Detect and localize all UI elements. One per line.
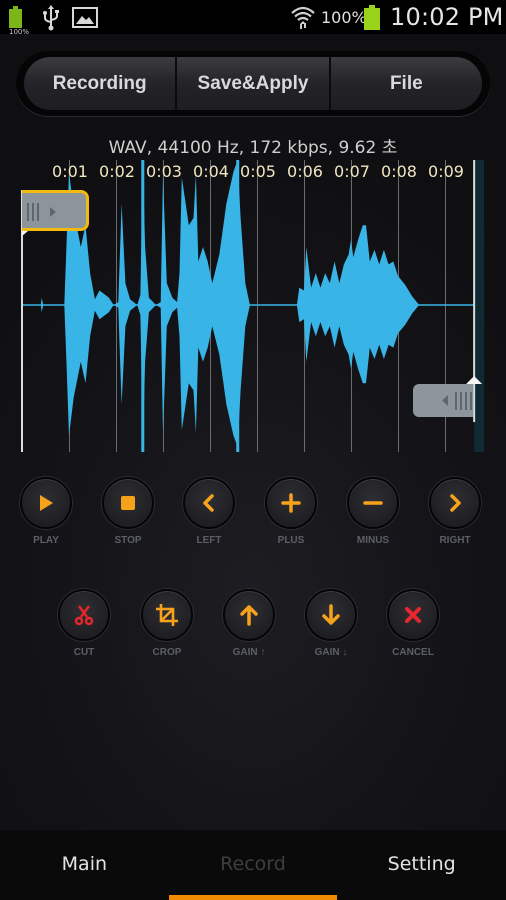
selection-start-handle[interactable] <box>22 190 89 231</box>
time-tick-label: 0:08 <box>381 162 417 181</box>
top-segmented-control: Recording Save&Apply File <box>16 51 490 116</box>
scissors-icon <box>74 605 94 626</box>
file-button[interactable]: File <box>331 57 482 110</box>
close-icon <box>405 607 421 623</box>
gain-up-button[interactable]: GAIN ↑ <box>222 589 276 658</box>
bottom-navigation: Main Record Setting <box>0 830 506 900</box>
minus-button[interactable]: MINUS <box>346 477 400 546</box>
time-tick-label: 0:03 <box>146 162 182 181</box>
playhead-marker <box>141 160 145 452</box>
drag-grip-left-icon <box>442 392 472 410</box>
right-label: RIGHT <box>439 535 471 546</box>
arrow-down-icon <box>322 604 340 625</box>
crop-icon <box>156 604 178 626</box>
stop-button[interactable]: STOP <box>101 477 155 546</box>
gain-down-label: GAIN ↓ <box>314 647 348 658</box>
tab-main[interactable]: Main <box>0 830 169 900</box>
left-label: LEFT <box>196 535 222 546</box>
minus-label: MINUS <box>356 535 390 546</box>
plus-icon <box>281 493 301 513</box>
cut-button[interactable]: CUT <box>57 589 111 658</box>
play-button[interactable]: PLAY <box>19 477 73 546</box>
time-tick-label: 0:05 <box>240 162 276 181</box>
gain-down-button[interactable]: GAIN ↓ <box>304 589 358 658</box>
time-tick-label: 0:02 <box>99 162 135 181</box>
stop-label: STOP <box>114 535 142 546</box>
recording-button[interactable]: Recording <box>24 57 178 110</box>
image-icon <box>72 7 98 28</box>
crop-label: CROP <box>152 647 182 658</box>
selection-end-handle[interactable] <box>413 384 473 417</box>
clock: 10:02 PM <box>390 3 504 31</box>
plus-label: PLUS <box>277 535 305 546</box>
tab-record-label: Record <box>220 853 286 875</box>
end-strip <box>474 160 485 452</box>
minus-icon <box>363 501 383 505</box>
save-apply-button[interactable]: Save&Apply <box>177 57 331 110</box>
crop-button[interactable]: CROP <box>140 589 194 658</box>
battery-level-icon <box>364 5 380 30</box>
wifi-icon <box>291 6 315 29</box>
file-info: WAV, 44100 Hz, 172 kbps, 9.62 초 <box>108 138 398 158</box>
arrow-up-icon <box>240 605 258 626</box>
gain-up-label: GAIN ↑ <box>232 647 266 658</box>
left-button[interactable]: LEFT <box>182 477 236 546</box>
stop-icon <box>121 496 135 510</box>
tab-setting-label: Setting <box>387 853 456 875</box>
tab-main-label: Main <box>61 853 108 875</box>
time-tick-label: 0:01 <box>52 162 88 181</box>
drag-grip-right-icon <box>27 203 56 221</box>
usb-icon <box>43 5 59 31</box>
plus-button[interactable]: PLUS <box>264 477 318 546</box>
playhead-marker <box>236 160 240 452</box>
right-button[interactable]: RIGHT <box>428 477 482 546</box>
cancel-button[interactable]: CANCEL <box>386 589 440 658</box>
tab-setting[interactable]: Setting <box>337 830 506 900</box>
play-label: PLAY <box>33 535 59 546</box>
tab-record[interactable]: Record <box>168 830 338 900</box>
chevron-right-icon <box>450 494 461 512</box>
time-tick-label: 0:07 <box>334 162 370 181</box>
time-tick-label: 0:09 <box>428 162 464 181</box>
chevron-left-icon <box>203 494 214 512</box>
cancel-label: CANCEL <box>392 647 434 658</box>
active-tab-indicator <box>168 895 338 900</box>
cut-label: CUT <box>73 647 95 658</box>
play-icon <box>40 495 53 511</box>
time-tick-label: 0:04 <box>193 162 229 181</box>
waveform-shape <box>22 160 475 448</box>
battery-icon: 100% <box>9 6 29 36</box>
status-bar: 100% 100% 10:02 PM <box>0 0 506 36</box>
time-tick-label: 0:06 <box>287 162 323 181</box>
battery-percent: 100% <box>321 8 367 27</box>
